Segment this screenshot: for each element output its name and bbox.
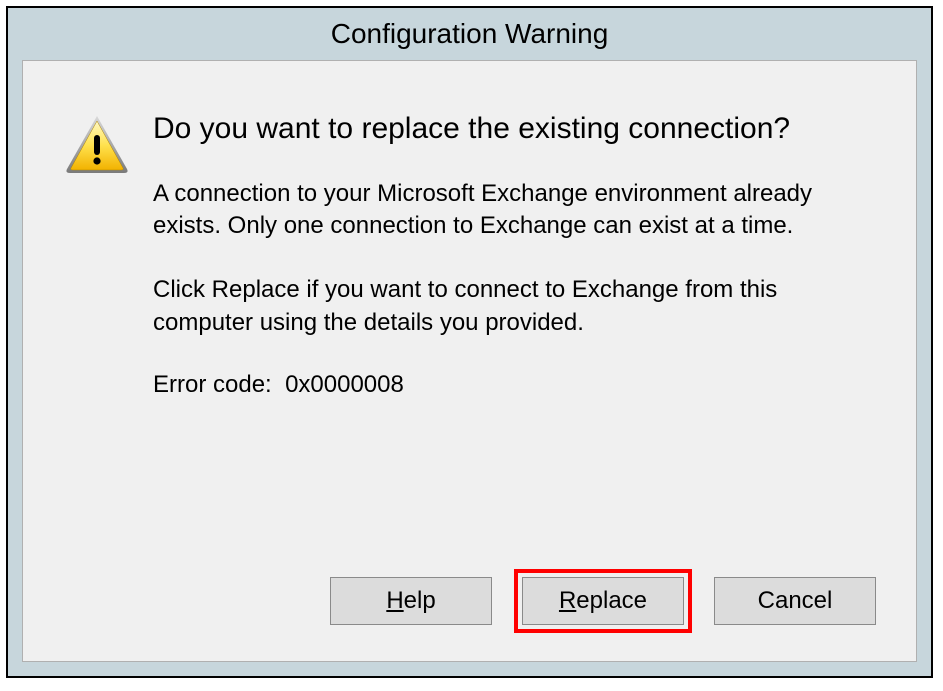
error-code-line: Error code: 0x0000008	[153, 371, 856, 399]
text-column: Do you want to replace the existing conn…	[153, 109, 876, 399]
error-code-value: 0x0000008	[285, 371, 404, 398]
dialog-client-area: Do you want to replace the existing conn…	[22, 60, 917, 662]
button-row: Help Replace Cancel	[63, 569, 876, 633]
replace-mnemonic: R	[559, 587, 576, 614]
title-bar: Configuration Warning	[8, 8, 931, 60]
dialog-heading: Do you want to replace the existing conn…	[153, 109, 856, 150]
dialog-window: Configuration Warning	[6, 6, 933, 678]
dialog-body-2: Click Replace if you want to connect to …	[153, 274, 856, 339]
cancel-label: Cancel	[758, 587, 833, 615]
replace-button[interactable]: Replace	[522, 577, 684, 625]
help-mnemonic: H	[386, 587, 403, 614]
dialog-title: Configuration Warning	[331, 18, 609, 50]
error-label: Error code:	[153, 371, 272, 398]
cancel-button[interactable]: Cancel	[714, 577, 876, 625]
help-button[interactable]: Help	[330, 577, 492, 625]
help-label-rest: elp	[404, 587, 436, 614]
dialog-body-1: A connection to your Microsoft Exchange …	[153, 178, 856, 243]
replace-highlight: Replace	[514, 569, 692, 633]
icon-column	[63, 109, 153, 180]
warning-icon	[63, 113, 131, 175]
content-row: Do you want to replace the existing conn…	[63, 109, 876, 399]
replace-label-rest: eplace	[576, 587, 647, 614]
